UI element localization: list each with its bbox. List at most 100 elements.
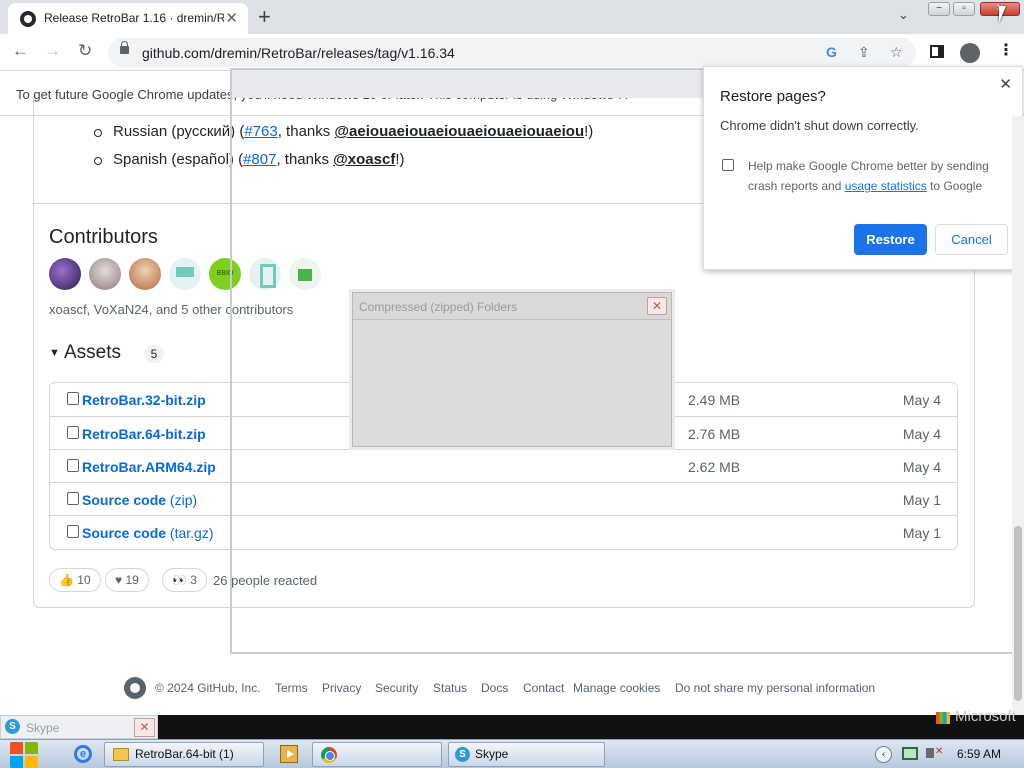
contributor-avatar[interactable] [89, 258, 121, 290]
contributor-avatar[interactable] [129, 258, 161, 290]
lock-icon[interactable] [120, 41, 129, 54]
contributors-heading: Contributors [49, 226, 158, 248]
github-favicon-icon [20, 11, 36, 27]
translation-lang: Russian (русский) ( [113, 123, 245, 140]
chrome-icon [321, 747, 337, 763]
restore-pages-dialog: Restore pages? ✕ Chrome didn't shut down… [703, 66, 1023, 270]
footer-link-contact[interactable]: Contact [523, 681, 564, 695]
new-tab-button[interactable]: + [258, 4, 271, 30]
chrome-menu-icon[interactable]: ⋮ [998, 40, 1014, 60]
assets-count-badge: 5 [144, 345, 164, 363]
folder-icon [113, 748, 129, 761]
footer-link-terms[interactable]: Terms [275, 681, 308, 695]
reaction-count: 3 [190, 573, 197, 587]
checkbox-text: to Google [926, 179, 983, 193]
address-bar[interactable]: github.com/dremin/RetroBar/releases/tag/… [108, 38, 916, 67]
close-tab-icon[interactable]: ✕ [225, 9, 238, 27]
url-text[interactable]: github.com/dremin/RetroBar/releases/tag/… [142, 45, 455, 61]
media-player-icon[interactable] [280, 745, 298, 763]
tab-search-chevron-icon[interactable]: ⌄ [898, 7, 909, 23]
taskbar-clock[interactable]: 6:59 AM [957, 747, 1001, 761]
footer-link-manage-cookies[interactable]: Manage cookies [573, 681, 660, 695]
eyes-icon: 👀 [172, 573, 187, 587]
footer-link-security[interactable]: Security [375, 681, 418, 695]
reaction-count: 19 [125, 573, 139, 587]
asset-link[interactable]: RetroBar.64-bit.zip [82, 426, 206, 442]
reaction-heart[interactable]: ♥ 19 [105, 568, 149, 592]
taskbar-item-folder[interactable]: RetroBar.64-bit (1) [104, 742, 264, 767]
reaction-count: 10 [77, 573, 91, 587]
asset-link[interactable]: Source code (tar.gz) [82, 525, 214, 541]
asset-format[interactable]: (zip) [166, 492, 197, 508]
tab-strip: Release RetroBar 1.16 · dremin/R ✕ + ⌄ −… [0, 0, 1024, 34]
reaction-thumbs-up[interactable]: 👍 10 [49, 568, 101, 592]
contributor-avatar[interactable] [49, 258, 81, 290]
google-lens-icon[interactable]: G [826, 44, 837, 60]
internet-explorer-icon[interactable]: e [74, 745, 92, 763]
assets-heading[interactable]: Assets [64, 342, 121, 364]
restore-dialog-title: Restore pages? [720, 88, 826, 105]
share-icon[interactable]: ⇪ [858, 44, 870, 61]
restore-button[interactable]: Restore [854, 224, 927, 255]
restore-window-button[interactable]: ▫ [953, 2, 975, 16]
show-hidden-icons-chevron-icon[interactable]: ‹ [875, 746, 892, 763]
heart-icon: ♥ [115, 573, 123, 587]
footer-copyright: © 2024 GitHub, Inc. [155, 681, 261, 695]
volume-muted-icon[interactable] [926, 746, 943, 758]
windows-taskbar: e RetroBar.64-bit (1) S Skype ‹ 6:59 AM [0, 739, 1024, 768]
skype-icon: S [455, 747, 470, 762]
asset-link[interactable]: RetroBar.ARM64.zip [82, 459, 216, 475]
skype-close-button[interactable]: ✕ [134, 718, 155, 737]
taskbar-item-label: Skype [475, 747, 509, 761]
forward-button[interactable]: → [44, 41, 61, 61]
footer-link-privacy[interactable]: Privacy [322, 681, 361, 695]
crash-reports-label: Help make Google Chrome better by sendin… [748, 156, 1008, 196]
mouse-cursor-icon [999, 6, 1006, 23]
asset-name[interactable]: Source code [82, 492, 166, 508]
asset-link[interactable]: RetroBar.32-bit.zip [82, 392, 206, 408]
crash-reports-checkbox[interactable] [722, 159, 734, 171]
minimize-window-button[interactable]: − [928, 2, 950, 16]
page-scrollbar[interactable] [1012, 116, 1024, 716]
reaction-eyes[interactable]: 👀 3 [162, 568, 207, 592]
asset-name[interactable]: Source code [82, 525, 166, 541]
microsoft-logo-icon [936, 712, 950, 724]
network-icon[interactable] [902, 747, 918, 760]
contributor-avatar[interactable] [169, 258, 201, 290]
footer-link-docs[interactable]: Docs [481, 681, 508, 695]
microsoft-text: Microsoft [955, 708, 1016, 725]
asset-name[interactable]: RetroBar.ARM64.zip [82, 459, 216, 475]
package-icon [67, 459, 79, 472]
file-zip-icon [67, 492, 79, 505]
assets-toggle-caret-icon[interactable]: ▼ [49, 347, 60, 359]
github-logo-icon[interactable] [124, 677, 146, 699]
close-icon[interactable]: ✕ [999, 75, 1012, 93]
windows-logo-icon [10, 742, 23, 754]
start-button[interactable] [8, 741, 42, 768]
dialog-body [353, 319, 671, 446]
usage-statistics-link[interactable]: usage statistics [845, 179, 927, 193]
browser-tab[interactable]: Release RetroBar 1.16 · dremin/R ✕ [8, 3, 248, 34]
dialog-close-button[interactable]: ✕ [647, 297, 667, 315]
package-icon [67, 426, 79, 439]
asset-name[interactable]: RetroBar.32-bit.zip [82, 392, 206, 408]
thumbs-up-icon: 👍 [59, 573, 74, 587]
profile-avatar-icon[interactable] [960, 43, 980, 63]
asset-link[interactable]: Source code (zip) [82, 492, 197, 508]
side-panel-icon[interactable] [930, 45, 944, 58]
footer-link-do-not-share[interactable]: Do not share my personal information [675, 681, 875, 695]
footer-link-status[interactable]: Status [433, 681, 467, 695]
back-button[interactable]: ← [12, 41, 29, 61]
taskbar-item-chrome[interactable] [312, 742, 442, 767]
desktop-strip [158, 715, 1024, 739]
reload-button[interactable]: ↻ [78, 41, 92, 61]
skype-mini-window[interactable]: S Skype ✕ [0, 715, 158, 739]
bookmark-star-icon[interactable]: ☆ [890, 44, 903, 61]
taskbar-item-skype[interactable]: S Skype [448, 742, 605, 767]
asset-name[interactable]: RetroBar.64-bit.zip [82, 426, 206, 442]
cancel-button[interactable]: Cancel [935, 224, 1008, 255]
restore-dialog-message: Chrome didn't shut down correctly. [720, 118, 919, 133]
skype-icon: S [5, 719, 20, 734]
scrollbar-thumb[interactable] [1014, 526, 1022, 701]
asset-format[interactable]: (tar.gz) [166, 525, 214, 541]
